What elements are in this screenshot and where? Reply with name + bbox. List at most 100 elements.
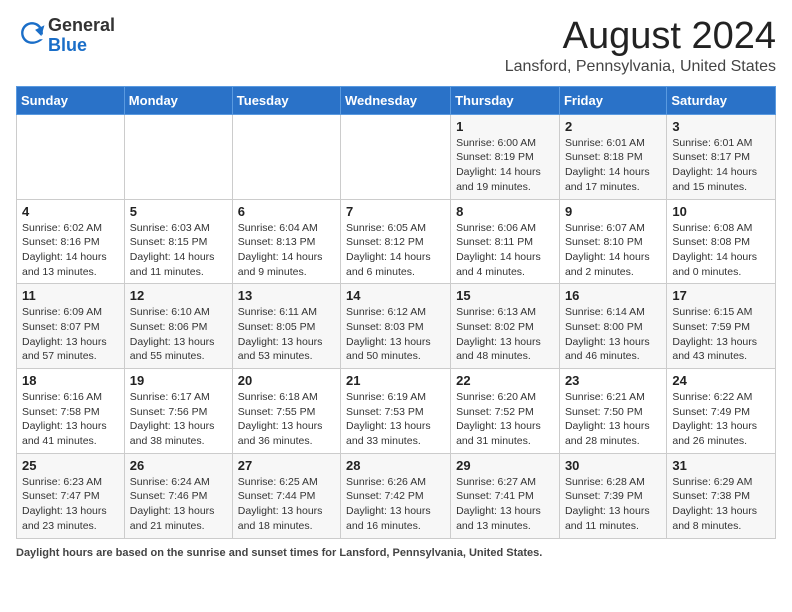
day-number: 24 [672,373,770,388]
day-number: 29 [456,458,554,473]
calendar-cell: 30 Sunrise: 6:28 AMSunset: 7:39 PMDaylig… [559,453,666,538]
calendar-cell: 22 Sunrise: 6:20 AMSunset: 7:52 PMDaylig… [451,369,560,454]
day-info: Sunrise: 6:17 AMSunset: 7:56 PMDaylight:… [130,391,215,447]
day-info: Sunrise: 6:00 AMSunset: 8:19 PMDaylight:… [456,137,541,193]
calendar-cell: 10 Sunrise: 6:08 AMSunset: 8:08 PMDaylig… [667,199,776,284]
weekday-header-tuesday: Tuesday [232,86,340,114]
day-info: Sunrise: 6:25 AMSunset: 7:44 PMDaylight:… [238,476,323,532]
day-number: 31 [672,458,770,473]
day-number: 7 [346,204,445,219]
day-number: 23 [565,373,661,388]
day-number: 27 [238,458,335,473]
calendar-cell: 4 Sunrise: 6:02 AMSunset: 8:16 PMDayligh… [17,199,125,284]
calendar-cell: 5 Sunrise: 6:03 AMSunset: 8:15 PMDayligh… [124,199,232,284]
day-number: 4 [22,204,119,219]
day-info: Sunrise: 6:08 AMSunset: 8:08 PMDaylight:… [672,222,757,278]
weekday-header-friday: Friday [559,86,666,114]
calendar-cell: 2 Sunrise: 6:01 AMSunset: 8:18 PMDayligh… [559,114,666,199]
day-info: Sunrise: 6:28 AMSunset: 7:39 PMDaylight:… [565,476,650,532]
day-number: 1 [456,119,554,134]
title-block: August 2024 Lansford, Pennsylvania, Unit… [505,16,776,76]
calendar-week-row: 4 Sunrise: 6:02 AMSunset: 8:16 PMDayligh… [17,199,776,284]
calendar-week-row: 1 Sunrise: 6:00 AMSunset: 8:19 PMDayligh… [17,114,776,199]
page-header: General Blue August 2024 Lansford, Penns… [16,16,776,76]
calendar-cell: 8 Sunrise: 6:06 AMSunset: 8:11 PMDayligh… [451,199,560,284]
calendar-cell: 9 Sunrise: 6:07 AMSunset: 8:10 PMDayligh… [559,199,666,284]
day-number: 3 [672,119,770,134]
day-info: Sunrise: 6:03 AMSunset: 8:15 PMDaylight:… [130,222,215,278]
day-info: Sunrise: 6:21 AMSunset: 7:50 PMDaylight:… [565,391,650,447]
day-info: Sunrise: 6:18 AMSunset: 7:55 PMDaylight:… [238,391,323,447]
day-info: Sunrise: 6:01 AMSunset: 8:17 PMDaylight:… [672,137,757,193]
calendar-cell: 27 Sunrise: 6:25 AMSunset: 7:44 PMDaylig… [232,453,340,538]
calendar-week-row: 25 Sunrise: 6:23 AMSunset: 7:47 PMDaylig… [17,453,776,538]
location: Lansford, Pennsylvania, United States [505,58,776,76]
day-info: Sunrise: 6:05 AMSunset: 8:12 PMDaylight:… [346,222,431,278]
day-info: Sunrise: 6:13 AMSunset: 8:02 PMDaylight:… [456,306,541,362]
calendar-cell: 26 Sunrise: 6:24 AMSunset: 7:46 PMDaylig… [124,453,232,538]
calendar-cell: 1 Sunrise: 6:00 AMSunset: 8:19 PMDayligh… [451,114,560,199]
calendar-cell: 17 Sunrise: 6:15 AMSunset: 7:59 PMDaylig… [667,284,776,369]
day-number: 28 [346,458,445,473]
footer: Daylight hours are based on the sunrise … [16,547,776,559]
calendar-week-row: 18 Sunrise: 6:16 AMSunset: 7:58 PMDaylig… [17,369,776,454]
calendar-cell: 24 Sunrise: 6:22 AMSunset: 7:49 PMDaylig… [667,369,776,454]
calendar-cell [341,114,451,199]
calendar-cell [124,114,232,199]
day-info: Sunrise: 6:24 AMSunset: 7:46 PMDaylight:… [130,476,215,532]
calendar-table: SundayMondayTuesdayWednesdayThursdayFrid… [16,86,776,539]
day-info: Sunrise: 6:01 AMSunset: 8:18 PMDaylight:… [565,137,650,193]
calendar-cell: 7 Sunrise: 6:05 AMSunset: 8:12 PMDayligh… [341,199,451,284]
day-number: 21 [346,373,445,388]
day-info: Sunrise: 6:04 AMSunset: 8:13 PMDaylight:… [238,222,323,278]
day-info: Sunrise: 6:02 AMSunset: 8:16 PMDaylight:… [22,222,107,278]
weekday-header-monday: Monday [124,86,232,114]
day-info: Sunrise: 6:23 AMSunset: 7:47 PMDaylight:… [22,476,107,532]
logo-icon [18,19,46,47]
day-number: 11 [22,288,119,303]
day-info: Sunrise: 6:10 AMSunset: 8:06 PMDaylight:… [130,306,215,362]
calendar-cell: 18 Sunrise: 6:16 AMSunset: 7:58 PMDaylig… [17,369,125,454]
calendar-body: 1 Sunrise: 6:00 AMSunset: 8:19 PMDayligh… [17,114,776,538]
day-number: 25 [22,458,119,473]
weekday-header-row: SundayMondayTuesdayWednesdayThursdayFrid… [17,86,776,114]
day-number: 12 [130,288,227,303]
footer-description: are based on the sunrise and sunset time… [93,547,542,559]
day-info: Sunrise: 6:14 AMSunset: 8:00 PMDaylight:… [565,306,650,362]
calendar-cell [17,114,125,199]
day-number: 19 [130,373,227,388]
calendar-cell: 11 Sunrise: 6:09 AMSunset: 8:07 PMDaylig… [17,284,125,369]
day-number: 13 [238,288,335,303]
day-info: Sunrise: 6:15 AMSunset: 7:59 PMDaylight:… [672,306,757,362]
weekday-header-wednesday: Wednesday [341,86,451,114]
calendar-cell: 3 Sunrise: 6:01 AMSunset: 8:17 PMDayligh… [667,114,776,199]
day-number: 10 [672,204,770,219]
day-info: Sunrise: 6:27 AMSunset: 7:41 PMDaylight:… [456,476,541,532]
footer-label: Daylight hours [16,547,93,559]
calendar-week-row: 11 Sunrise: 6:09 AMSunset: 8:07 PMDaylig… [17,284,776,369]
weekday-header-sunday: Sunday [17,86,125,114]
day-info: Sunrise: 6:12 AMSunset: 8:03 PMDaylight:… [346,306,431,362]
calendar-cell: 25 Sunrise: 6:23 AMSunset: 7:47 PMDaylig… [17,453,125,538]
day-number: 26 [130,458,227,473]
calendar-cell: 15 Sunrise: 6:13 AMSunset: 8:02 PMDaylig… [451,284,560,369]
calendar-cell: 13 Sunrise: 6:11 AMSunset: 8:05 PMDaylig… [232,284,340,369]
calendar-cell: 12 Sunrise: 6:10 AMSunset: 8:06 PMDaylig… [124,284,232,369]
day-number: 14 [346,288,445,303]
day-number: 2 [565,119,661,134]
day-info: Sunrise: 6:29 AMSunset: 7:38 PMDaylight:… [672,476,757,532]
calendar-cell: 21 Sunrise: 6:19 AMSunset: 7:53 PMDaylig… [341,369,451,454]
calendar-cell: 6 Sunrise: 6:04 AMSunset: 8:13 PMDayligh… [232,199,340,284]
day-number: 6 [238,204,335,219]
calendar-cell: 14 Sunrise: 6:12 AMSunset: 8:03 PMDaylig… [341,284,451,369]
calendar-cell: 23 Sunrise: 6:21 AMSunset: 7:50 PMDaylig… [559,369,666,454]
weekday-header-thursday: Thursday [451,86,560,114]
day-number: 15 [456,288,554,303]
day-info: Sunrise: 6:06 AMSunset: 8:11 PMDaylight:… [456,222,541,278]
logo: General Blue [16,16,115,56]
logo-text: General Blue [48,16,115,56]
day-info: Sunrise: 6:20 AMSunset: 7:52 PMDaylight:… [456,391,541,447]
calendar-header: SundayMondayTuesdayWednesdayThursdayFrid… [17,86,776,114]
day-info: Sunrise: 6:07 AMSunset: 8:10 PMDaylight:… [565,222,650,278]
day-info: Sunrise: 6:19 AMSunset: 7:53 PMDaylight:… [346,391,431,447]
